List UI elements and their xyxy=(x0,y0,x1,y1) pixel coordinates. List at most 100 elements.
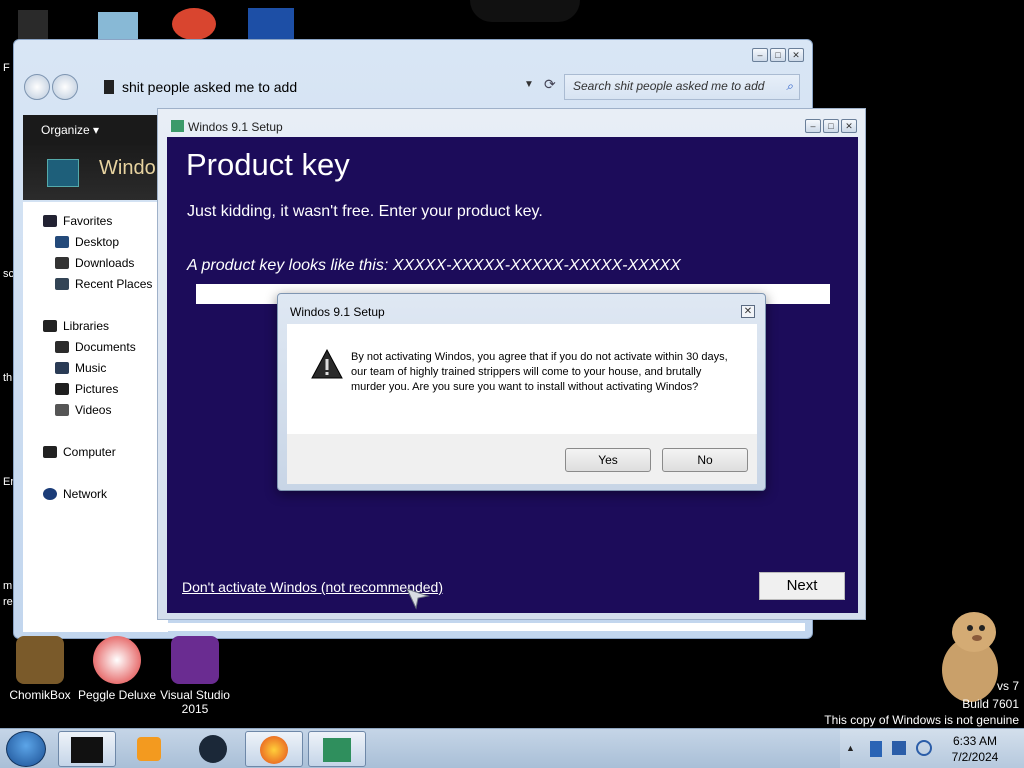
organize-label: Organize ▾ xyxy=(41,123,100,137)
setup-window-controls: – □ ✕ xyxy=(805,119,857,133)
refresh-icon[interactable]: ⟳ xyxy=(544,76,556,93)
explorer-statusbar xyxy=(23,623,805,631)
nav-network[interactable]: Network xyxy=(43,487,107,501)
address-dropdown-icon[interactable]: ▼ xyxy=(524,79,534,90)
nav-network-label: Network xyxy=(63,487,108,501)
maximize-icon[interactable]: □ xyxy=(823,119,839,133)
next-button[interactable]: Next xyxy=(759,572,845,600)
favorites-icon xyxy=(43,215,57,227)
nav-recent[interactable]: Recent Places xyxy=(55,277,152,291)
mouse-cursor-icon xyxy=(406,588,430,610)
music-icon xyxy=(55,362,69,374)
nav-videos-label: Videos xyxy=(75,403,112,417)
setup-subtitle: Just kidding, it wasn't free. Enter your… xyxy=(187,203,543,220)
search-placeholder: Search shit people asked me to add xyxy=(573,79,765,93)
clock-time: 6:33 AM xyxy=(952,734,998,748)
back-button[interactable] xyxy=(24,74,50,100)
terminal-icon xyxy=(71,737,103,763)
dialog-close-icon[interactable]: ✕ xyxy=(741,305,755,318)
nav-favorites[interactable]: Favorites xyxy=(43,214,112,228)
top-icon-3[interactable] xyxy=(172,8,216,40)
folder-icon xyxy=(104,80,114,94)
watermark-line-3: This copy of Windows is not genuine xyxy=(824,713,1019,727)
pictures-icon xyxy=(55,383,69,395)
taskbar: ▲ 6:33 AM 7/2/2024 xyxy=(0,728,1024,768)
top-icon-4[interactable] xyxy=(248,8,294,40)
nav-music-label: Music xyxy=(75,361,107,375)
edge-frag-6: re xyxy=(3,596,13,608)
desktop-icon-visual-studio[interactable]: Visual Studio 2015 xyxy=(155,636,235,716)
clock[interactable]: 6:33 AM 7/2/2024 xyxy=(940,733,1010,765)
dont-activate-link[interactable]: Don't activate Windos (not recommended) xyxy=(182,579,443,595)
taskbar-item-media-player[interactable] xyxy=(120,731,178,767)
address-bar[interactable]: shit people asked me to add xyxy=(104,75,554,99)
search-input[interactable]: Search shit people asked me to add ⌕ xyxy=(564,74,800,100)
nav-pictures[interactable]: Pictures xyxy=(55,382,118,396)
no-button[interactable]: No xyxy=(662,448,748,472)
nav-libraries[interactable]: Libraries xyxy=(43,319,109,333)
edge-frag-1: F xyxy=(3,62,10,74)
chomikbox-label: ChomikBox xyxy=(9,688,71,702)
taskbar-item-steam[interactable] xyxy=(184,731,242,767)
desktop-icon-peggle[interactable]: Peggle Deluxe xyxy=(77,636,157,702)
explorer-banner: Windo xyxy=(23,145,168,200)
desktop-icon-chomikbox[interactable]: ChomikBox xyxy=(0,636,80,702)
warning-dialog[interactable]: Windos 9.1 Setup ✕ By not activating Win… xyxy=(277,293,766,491)
watermark-line-1: vs 7 xyxy=(996,679,1019,693)
dialog-content: By not activating Windos, you agree that… xyxy=(287,324,757,434)
close-icon[interactable]: ✕ xyxy=(788,48,804,62)
videos-icon xyxy=(55,404,69,416)
page-title: Product key xyxy=(186,147,350,182)
taskbar-item-terminal[interactable] xyxy=(58,731,116,767)
chomikbox-icon xyxy=(16,636,64,684)
minimize-icon[interactable]: – xyxy=(752,48,768,62)
setup-app-icon xyxy=(47,159,79,187)
firefox-icon xyxy=(260,736,288,764)
nav-libraries-label: Libraries xyxy=(63,319,110,333)
steam-icon xyxy=(199,735,227,763)
peggle-icon xyxy=(93,636,141,684)
nav-desktop[interactable]: Desktop xyxy=(55,235,119,249)
nav-downloads[interactable]: Downloads xyxy=(55,256,134,270)
product-key-example: A product key looks like this: XXXXX-XXX… xyxy=(187,257,681,274)
nav-recent-label: Recent Places xyxy=(75,277,153,291)
forward-button[interactable] xyxy=(52,74,78,100)
tray-volume-icon[interactable] xyxy=(916,740,932,756)
edge-frag-5: m xyxy=(3,580,13,592)
dialog-title: Windos 9.1 Setup xyxy=(290,305,385,319)
nav-desktop-label: Desktop xyxy=(75,235,120,249)
watermark-line-2: Build 7601 xyxy=(962,697,1019,711)
libraries-icon xyxy=(43,320,57,332)
taskbar-item-firefox[interactable] xyxy=(245,731,303,767)
top-icon-5 xyxy=(470,0,580,22)
nav-videos[interactable]: Videos xyxy=(55,403,111,417)
maximize-icon[interactable]: □ xyxy=(770,48,786,62)
taskbar-item-setup[interactable] xyxy=(308,731,366,767)
start-button[interactable] xyxy=(6,731,46,767)
dialog-button-row: Yes No xyxy=(287,434,757,484)
nav-favorites-label: Favorites xyxy=(63,214,113,228)
desktop: F sc th Er m re – □ ✕ shit people asked … xyxy=(0,0,1024,768)
tray-app-icon[interactable] xyxy=(870,741,882,757)
downloads-icon xyxy=(55,257,69,269)
top-icon-2[interactable] xyxy=(98,12,138,40)
nav-documents-label: Documents xyxy=(75,340,136,354)
close-icon[interactable]: ✕ xyxy=(841,119,857,133)
tray-network-icon[interactable] xyxy=(892,741,906,755)
setup-window-title: Windos 9.1 Setup xyxy=(188,120,283,134)
address-text: shit people asked me to add xyxy=(122,79,298,95)
top-icon-1[interactable] xyxy=(18,10,48,40)
organize-menu[interactable]: Organize ▾ xyxy=(23,115,168,145)
edge-frag-3: th xyxy=(3,372,13,384)
peggle-label: Peggle Deluxe xyxy=(77,688,157,702)
nav-computer[interactable]: Computer xyxy=(43,445,116,459)
search-icon[interactable]: ⌕ xyxy=(786,79,793,94)
nav-music[interactable]: Music xyxy=(55,361,106,375)
explorer-navbar: shit people asked me to add ▼ ⟳ Search s… xyxy=(24,72,804,102)
nav-downloads-label: Downloads xyxy=(75,256,135,270)
yes-button[interactable]: Yes xyxy=(565,448,651,472)
nav-computer-label: Computer xyxy=(63,445,116,459)
nav-documents[interactable]: Documents xyxy=(55,340,136,354)
minimize-icon[interactable]: – xyxy=(805,119,821,133)
show-hidden-icons-icon[interactable]: ▲ xyxy=(846,743,855,753)
